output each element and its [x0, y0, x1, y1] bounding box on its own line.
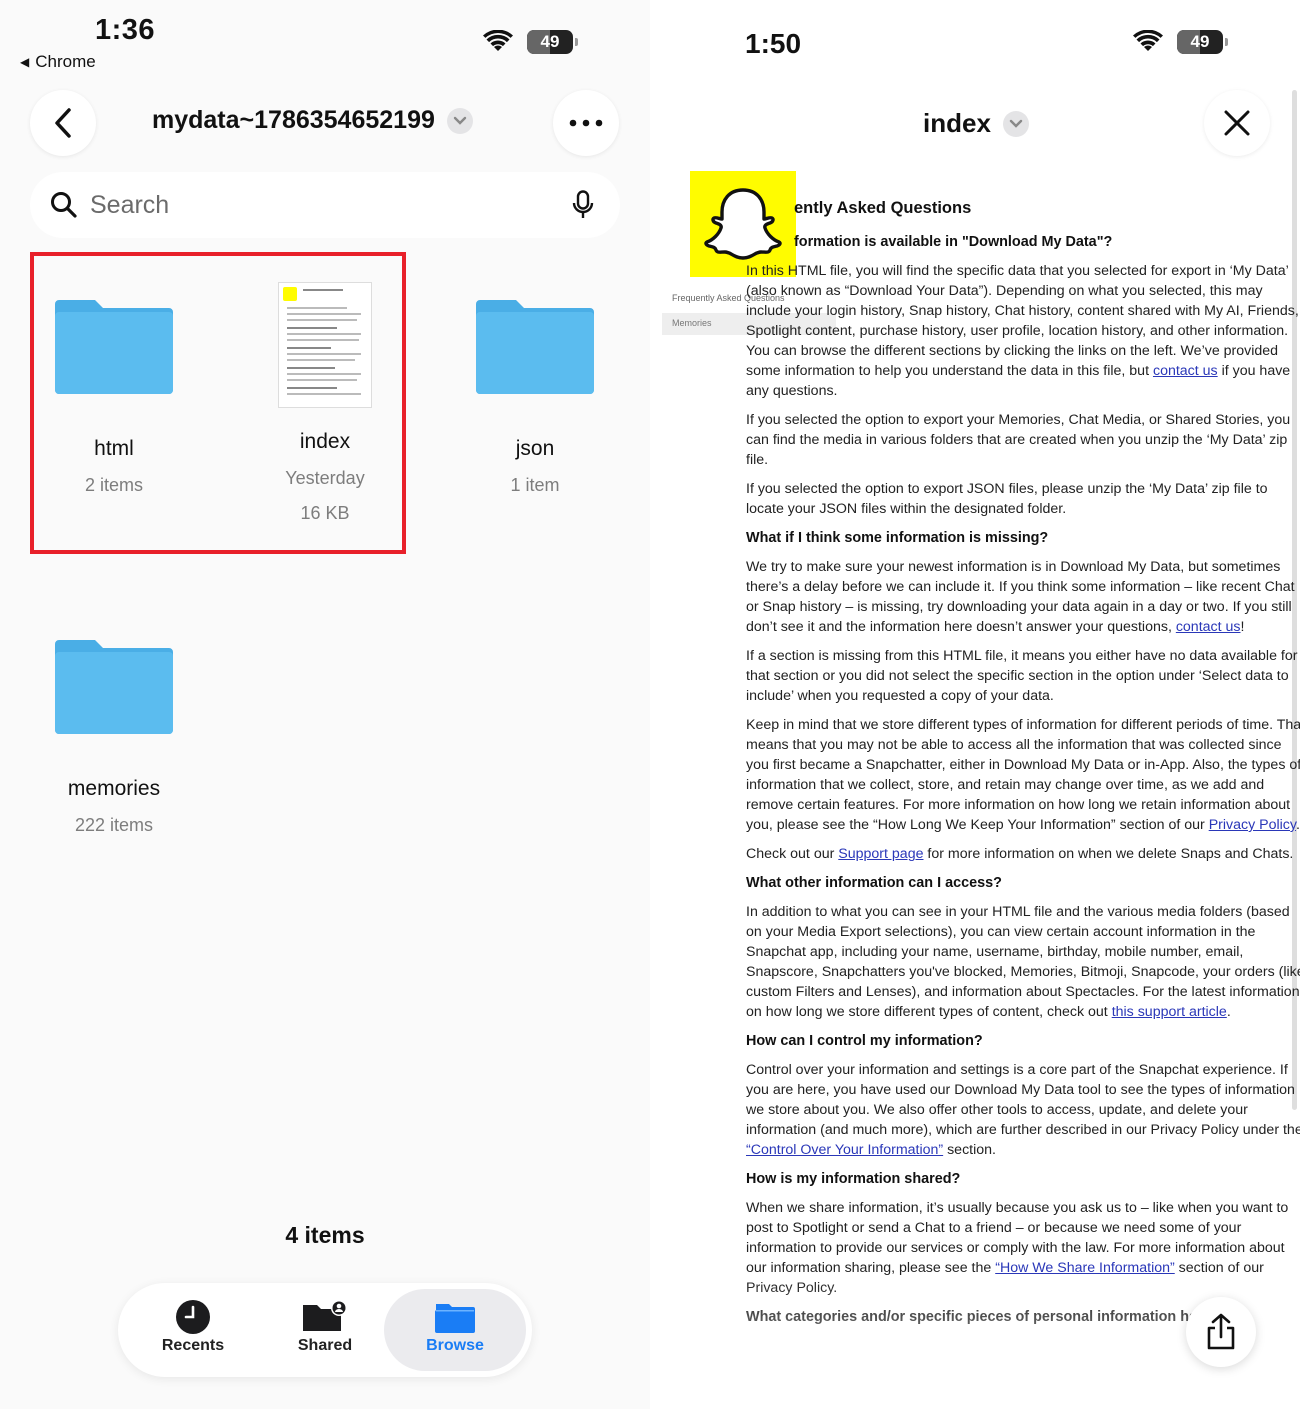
privacy-policy-link[interactable]: Privacy Policy	[1209, 817, 1296, 833]
back-to-app-link[interactable]: ◀ Chrome	[20, 52, 96, 72]
status-icons: 49	[1133, 30, 1228, 54]
back-triangle-icon: ◀	[20, 55, 30, 69]
item-name: json	[515, 437, 555, 460]
microphone-icon[interactable]	[572, 190, 594, 220]
item-name: index	[299, 430, 351, 453]
folder-icon	[55, 300, 173, 394]
snapchat-logo-icon	[283, 287, 297, 301]
search-icon	[51, 192, 77, 218]
paragraph: If you selected the option to export JSO…	[746, 481, 1268, 517]
chevron-down-icon[interactable]	[1002, 110, 1029, 137]
document-title[interactable]: index	[923, 108, 1029, 139]
item-size: 16 KB	[300, 503, 350, 523]
paragraph: In this HTML file, you will find the spe…	[746, 261, 1300, 401]
tab-label: Recents	[161, 1337, 225, 1354]
battery-level: 49	[540, 32, 560, 51]
item-meta: Yesterday	[285, 468, 365, 488]
search-bar[interactable]	[30, 172, 620, 238]
status-time: 1:50	[745, 28, 802, 59]
document-title-text: index	[923, 108, 991, 138]
paragraph: Keep in mind that we store different typ…	[746, 715, 1300, 835]
question-shared: How is my information shared?	[746, 1171, 961, 1187]
document-thumbnail	[278, 282, 372, 408]
wifi-icon	[1133, 30, 1163, 51]
document-viewer-panel: 1:50 49 index Frequently Asked Questions…	[650, 0, 1300, 1409]
status-icons: 49	[483, 30, 578, 54]
text: Control over your information and settin…	[746, 1062, 1300, 1138]
item-meta: 222 items	[74, 815, 154, 835]
share-info-link[interactable]: “How We Share Information”	[995, 1260, 1175, 1276]
text: .	[1226, 1004, 1231, 1020]
text: In this HTML file, you will find the spe…	[746, 263, 1299, 379]
contact-us-link[interactable]: contact us	[1176, 619, 1241, 635]
paragraph: If a section is missing from this HTML f…	[746, 648, 1298, 704]
faq-heading: ently Asked Questions	[794, 199, 972, 217]
folder-item-json[interactable]: json 1 item	[445, 298, 625, 496]
item-name: memories	[67, 777, 161, 800]
tab-browse[interactable]: Browse	[384, 1289, 526, 1371]
tab-recents[interactable]: Recents	[128, 1289, 258, 1371]
paragraph: If you selected the option to export you…	[746, 412, 1291, 468]
search-input[interactable]	[90, 190, 540, 220]
folder-item-html[interactable]: html 2 items	[24, 298, 204, 496]
back-button[interactable]	[30, 90, 96, 156]
more-button[interactable]	[553, 90, 619, 156]
tab-bar: Recents Shared Browse	[118, 1283, 532, 1377]
support-article-link[interactable]: this support article	[1112, 1004, 1227, 1020]
battery-icon: 49	[527, 30, 578, 54]
question-missing: What if I think some information is miss…	[746, 530, 1049, 546]
item-meta: 2 items	[84, 475, 144, 495]
text: !	[1240, 619, 1245, 635]
close-button[interactable]	[1204, 90, 1270, 156]
document-content: ently Asked Questions formation is avail…	[746, 198, 1300, 1336]
wifi-icon	[483, 30, 513, 51]
close-icon	[1224, 110, 1250, 136]
folder-icon	[55, 640, 173, 734]
paragraph: In addition to what you can see in your …	[746, 902, 1300, 1022]
text: Check out our	[746, 846, 839, 862]
control-info-link[interactable]: “Control Over Your Information”	[746, 1142, 943, 1158]
tab-label: Browse	[426, 1337, 484, 1354]
contact-us-link[interactable]: contact us	[1153, 363, 1218, 379]
paragraph: We try to make sure your newest informat…	[746, 557, 1300, 637]
folder-icon	[476, 300, 594, 394]
back-app-label: Chrome	[35, 52, 96, 71]
question-other: What other information can I access?	[746, 875, 1002, 891]
question-available: formation is available in "Download My D…	[794, 234, 1113, 250]
question-control: How can I control my information?	[746, 1033, 983, 1049]
folder-title[interactable]: mydata~1786354652199	[152, 106, 473, 135]
battery-icon: 49	[1177, 30, 1228, 54]
share-button[interactable]	[1186, 1297, 1256, 1367]
chevron-left-icon	[55, 108, 71, 138]
folder-item-memories[interactable]: memories 222 items	[24, 638, 204, 836]
text: .	[1295, 817, 1300, 833]
folder-icon	[435, 1304, 475, 1333]
chevron-down-icon[interactable]	[446, 107, 473, 134]
item-name: html	[94, 437, 134, 460]
folder-title-text: mydata~1786354652199	[152, 106, 435, 134]
item-count: 4 items	[285, 1222, 365, 1248]
paragraph: Check out our Support page for more info…	[746, 844, 1300, 864]
file-item-index[interactable]: index Yesterday 16 KB	[235, 282, 415, 524]
files-app-panel: 1:36 ◀ Chrome 49 mydata~1786354652199 htm…	[0, 0, 650, 1409]
text: In addition to what you can see in your …	[746, 904, 1300, 1020]
text: for more information on when we delete S…	[923, 846, 1294, 862]
clock-icon	[176, 1300, 210, 1334]
shared-folder-icon	[303, 1300, 347, 1331]
paragraph: When we share information, it’s usually …	[746, 1198, 1300, 1298]
item-meta: 1 item	[510, 475, 560, 495]
text: section.	[943, 1142, 996, 1158]
support-page-link[interactable]: Support page	[838, 846, 923, 862]
tab-label: Shared	[297, 1337, 353, 1354]
paragraph: Control over your information and settin…	[746, 1060, 1300, 1160]
share-icon	[1207, 1313, 1235, 1350]
ellipsis-icon	[569, 119, 603, 127]
text: Keep in mind that we store different typ…	[746, 717, 1300, 833]
status-time: 1:36	[95, 14, 156, 46]
tab-shared[interactable]: Shared	[260, 1289, 390, 1371]
battery-level: 49	[1190, 32, 1210, 51]
